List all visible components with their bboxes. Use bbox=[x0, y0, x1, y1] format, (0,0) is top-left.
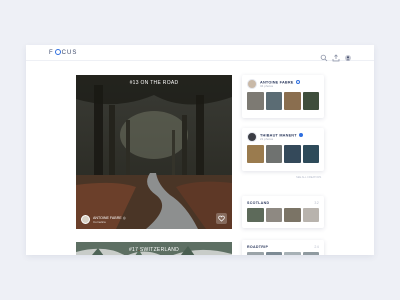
forest-road-image bbox=[76, 75, 232, 229]
main-post-photo[interactable]: #13 ON THE ROAD ANTOINE FABRE ◎ Cornelic… bbox=[76, 75, 232, 229]
author-location: Cornelica bbox=[93, 219, 106, 224]
heart-icon bbox=[218, 215, 225, 222]
like-button[interactable] bbox=[216, 213, 227, 224]
profile-subtitle: 21 photos bbox=[260, 137, 274, 142]
profile-avatar bbox=[247, 132, 257, 142]
second-post-title: #17 SWITZERLAND bbox=[128, 247, 180, 253]
main-post-title: #13 ON THE ROAD bbox=[129, 80, 179, 86]
thumbnail[interactable] bbox=[284, 252, 301, 255]
search-icon[interactable] bbox=[320, 49, 328, 62]
profile-card-1[interactable]: ANTOINE FABRE 34 photos bbox=[242, 75, 324, 118]
profile-subtitle: 34 photos bbox=[260, 84, 274, 89]
verified-icon bbox=[295, 79, 300, 84]
logo-prefix: F bbox=[49, 50, 54, 56]
thumbnail[interactable] bbox=[284, 92, 301, 110]
profile-thumbnails bbox=[242, 142, 324, 163]
profile-icon[interactable] bbox=[344, 49, 352, 61]
top-bar: F CUS bbox=[26, 45, 374, 62]
thumbnail[interactable] bbox=[284, 208, 301, 222]
thumbnail[interactable] bbox=[302, 92, 319, 110]
app-window: F CUS #13 ON THE ROAD ANTOINE FABRE ◎ Co… bbox=[26, 45, 374, 255]
thumbnail[interactable] bbox=[302, 145, 319, 163]
thumbnail[interactable] bbox=[265, 208, 282, 222]
thumbnail[interactable] bbox=[247, 252, 264, 255]
album-count: 32 bbox=[314, 201, 319, 205]
thumbnail[interactable] bbox=[247, 145, 264, 163]
album-thumbnails bbox=[242, 205, 324, 222]
see-all-link[interactable]: SEE ALL CREATORS bbox=[296, 176, 321, 179]
album-name: ROADTRIP bbox=[247, 245, 269, 249]
profile-thumbnails bbox=[242, 89, 324, 110]
second-post-photo[interactable]: #17 SWITZERLAND bbox=[76, 242, 232, 255]
thumbnail[interactable] bbox=[302, 252, 319, 255]
logo[interactable]: F CUS bbox=[49, 49, 77, 57]
album-thumbnails bbox=[242, 249, 324, 255]
profile-avatar bbox=[247, 79, 257, 89]
main-post-author[interactable]: ANTOINE FABRE ◎ Cornelica bbox=[81, 215, 126, 224]
album-name: SCOTLAND bbox=[247, 201, 270, 205]
thumbnail[interactable] bbox=[247, 92, 264, 110]
verified-icon bbox=[298, 132, 303, 137]
thumbnail[interactable] bbox=[247, 208, 264, 222]
logo-suffix: CUS bbox=[61, 50, 78, 56]
upload-icon[interactable] bbox=[332, 49, 340, 62]
thumbnail[interactable] bbox=[284, 145, 301, 163]
logo-ring-icon bbox=[54, 49, 61, 55]
thumbnail[interactable] bbox=[265, 252, 282, 255]
thumbnail[interactable] bbox=[302, 208, 319, 222]
thumbnail[interactable] bbox=[265, 92, 282, 110]
album-card-2[interactable]: ROADTRIP 24 bbox=[242, 240, 324, 255]
profile-card-2[interactable]: THIBAUT MANENT 21 photos bbox=[242, 128, 324, 171]
thumbnail[interactable] bbox=[265, 145, 282, 163]
album-count: 24 bbox=[314, 245, 319, 249]
album-card-1[interactable]: SCOTLAND 32 bbox=[242, 196, 324, 228]
author-avatar bbox=[81, 215, 90, 224]
